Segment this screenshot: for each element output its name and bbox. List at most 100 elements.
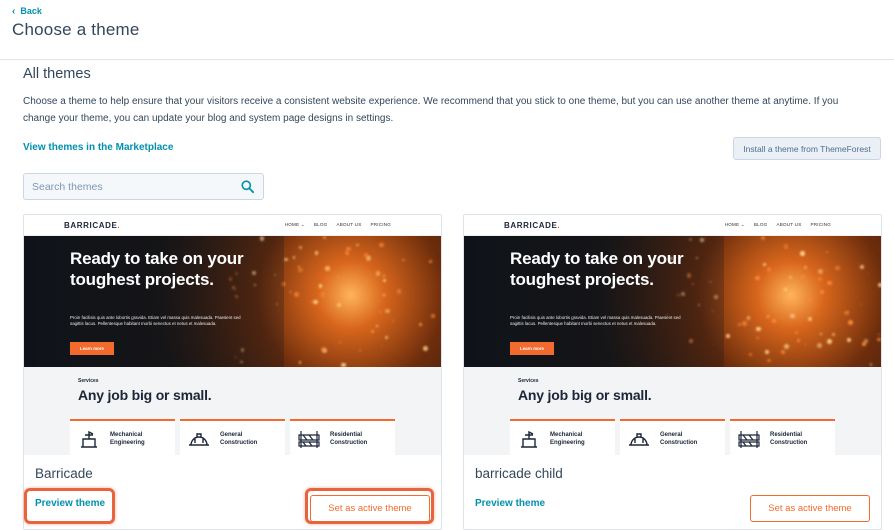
spark-decoration [383, 275, 385, 277]
spark-decoration [817, 269, 823, 275]
preview-service-label: Residential Construction [330, 432, 368, 446]
spark-decoration [385, 336, 388, 339]
preview-services-label: Services [78, 378, 99, 384]
spark-decoration [826, 339, 832, 345]
spark-decoration [356, 244, 359, 247]
spark-decoration [766, 267, 772, 272]
spark-decoration [808, 317, 813, 322]
preview-theme-button[interactable]: Preview theme [35, 498, 105, 509]
spark-decoration [311, 264, 313, 266]
spark-decoration [869, 363, 873, 366]
theme-name: Barricade [35, 466, 93, 481]
spark-decoration [292, 256, 296, 259]
spark-decoration [780, 349, 785, 354]
spark-decoration [313, 299, 318, 305]
page-header: ‹ Back Choose a theme [0, 0, 894, 60]
spark-decoration [385, 308, 390, 314]
search-icon[interactable] [241, 180, 254, 193]
spark-decoration [767, 315, 770, 318]
spark-decoration [726, 333, 730, 338]
preview-theme-button[interactable]: Preview theme [475, 498, 545, 509]
theme-preview[interactable]: BARRICADE. HOME ⌄ BLOG ABOUT US PRICING … [24, 215, 441, 455]
spark-decoration [298, 361, 301, 364]
spark-decoration [394, 350, 397, 353]
theme-card-barricade-child: BARRICADE. HOME ⌄ BLOG ABOUT US PRICING … [463, 214, 882, 530]
spark-decoration [749, 352, 753, 356]
preview-service-card: Mechanical Engineering [510, 419, 615, 455]
preview-service-card: Residential Construction [730, 419, 835, 455]
install-themeforest-button[interactable]: Install a theme from ThemeForest [733, 137, 881, 160]
marketplace-link[interactable]: View themes in the Marketplace [23, 142, 173, 153]
preview-logo: BARRICADE. [64, 221, 121, 230]
spark-decoration [754, 275, 760, 281]
spark-decoration [310, 301, 313, 304]
spark-decoration [337, 303, 342, 308]
spark-decoration [418, 322, 422, 326]
spark-decoration [767, 358, 772, 363]
spark-decoration [794, 330, 798, 335]
preview-services-label: Services [518, 378, 539, 384]
spark-decoration [816, 343, 822, 348]
preview-nav-item: BLOG [753, 222, 768, 227]
spark-decoration [859, 264, 864, 269]
spark-decoration [391, 320, 395, 323]
preview-service-card: General Construction [620, 419, 725, 455]
spark-decoration [761, 236, 766, 241]
preview-services: Services Any job big or small. Mechanica… [24, 367, 441, 455]
spark-decoration [847, 320, 853, 325]
spark-decoration [383, 294, 385, 296]
spark-decoration [765, 350, 769, 355]
preview-nav-item: ABOUT US [776, 222, 802, 227]
main-content: All themes Choose a theme to help ensure… [0, 60, 894, 530]
preview-services: Services Any job big or small. Mechanica… [464, 367, 881, 455]
set-active-theme-button[interactable]: Set as active theme [310, 495, 430, 522]
preview-service-card: General Construction [180, 419, 285, 455]
hardhat-icon [189, 433, 209, 446]
search-box [23, 173, 264, 200]
spark-decoration [365, 255, 371, 261]
crane-icon [521, 430, 537, 448]
spark-decoration [339, 342, 341, 344]
spark-decoration [844, 310, 849, 316]
spark-decoration [772, 319, 776, 323]
preview-hero-body: Proin facilisis quis ante lobortis gravi… [70, 315, 241, 326]
spark-decoration [322, 236, 326, 240]
preview-nav-item: ABOUT US [336, 222, 362, 227]
spark-decoration [326, 289, 329, 291]
preview-nav-item: PRICING [370, 222, 391, 227]
spark-decoration [376, 325, 378, 327]
theme-name: barricade child [475, 466, 563, 481]
spark-decoration [878, 333, 880, 336]
spark-decoration [376, 271, 381, 276]
spark-decoration [784, 287, 788, 291]
preview-hero-title: Ready to take on your toughest projects. [70, 249, 244, 289]
spark-decoration [379, 311, 382, 313]
spark-decoration [789, 319, 791, 321]
section-title: All themes [23, 66, 91, 82]
spark-decoration [337, 276, 340, 279]
spark-decoration [826, 251, 828, 253]
spark-decoration [289, 291, 291, 293]
back-link[interactable]: ‹ Back [12, 6, 42, 16]
preview-service-label: Mechanical Engineering [550, 432, 585, 446]
set-active-theme-button[interactable]: Set as active theme [750, 495, 870, 522]
spark-decoration [817, 276, 823, 282]
spark-decoration [803, 265, 808, 269]
preview-nav-item: PRICING [810, 222, 831, 227]
spark-decoration [298, 267, 303, 273]
spark-decoration [762, 262, 766, 266]
spark-decoration [430, 313, 435, 318]
spark-decoration [819, 289, 825, 295]
search-input[interactable] [24, 174, 234, 199]
spark-decoration [783, 344, 789, 350]
spark-decoration [371, 330, 375, 333]
spark-decoration [742, 321, 747, 326]
theme-card-barricade: BARRICADE. HOME ⌄ BLOG ABOUT US PRICING … [23, 214, 442, 530]
spark-decoration [876, 337, 881, 342]
spark-decoration [820, 333, 822, 335]
spark-decoration [738, 322, 742, 326]
preview-nav-item: BLOG [313, 222, 328, 227]
barricade-icon [738, 431, 760, 448]
spark-decoration [797, 339, 801, 343]
theme-preview[interactable]: BARRICADE. HOME ⌄ BLOG ABOUT US PRICING … [464, 215, 881, 455]
